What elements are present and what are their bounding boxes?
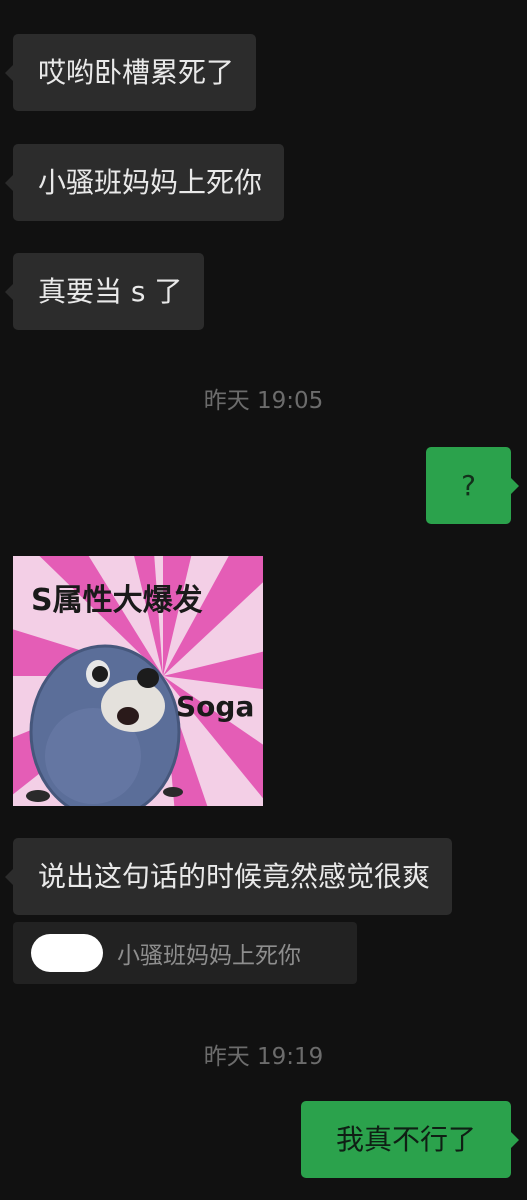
incoming-message[interactable]: 说出这句话的时候竟然感觉很爽 xyxy=(13,838,453,915)
incoming-message[interactable]: 哎哟卧槽累死了 xyxy=(13,34,257,111)
incoming-message[interactable]: 小骚班妈妈上死你 xyxy=(13,144,285,221)
quoted-text: 小骚班妈妈上死你 xyxy=(117,943,301,969)
redacted-name xyxy=(31,934,103,972)
outgoing-message[interactable]: ? xyxy=(426,447,511,524)
sticker-image[interactable]: S属性大爆发 Soga xyxy=(13,556,263,806)
message-text: 我真不行了 xyxy=(335,1122,476,1156)
message-text: 小骚班妈妈上死你 xyxy=(38,165,263,199)
quoted-reply[interactable]: 小骚班妈妈上死你 xyxy=(13,922,357,984)
sticker-caption: Soga xyxy=(176,690,254,723)
chat-window: { "messages": { "m1": "哎哟卧槽累死了", "m2": "… xyxy=(0,0,527,1200)
incoming-message[interactable]: 真要当 s 了 xyxy=(13,253,205,330)
message-text: 哎哟卧槽累死了 xyxy=(38,55,235,89)
outgoing-message[interactable]: 我真不行了 xyxy=(301,1101,511,1178)
timestamp: 昨天 19:19 xyxy=(203,1044,324,1070)
message-text: ? xyxy=(461,468,476,502)
message-text: 真要当 s 了 xyxy=(38,274,183,308)
sticker-title: S属性大爆发 xyxy=(31,583,203,618)
timestamp: 昨天 19:05 xyxy=(203,388,324,414)
message-text: 说出这句话的时候竟然感觉很爽 xyxy=(38,859,431,893)
